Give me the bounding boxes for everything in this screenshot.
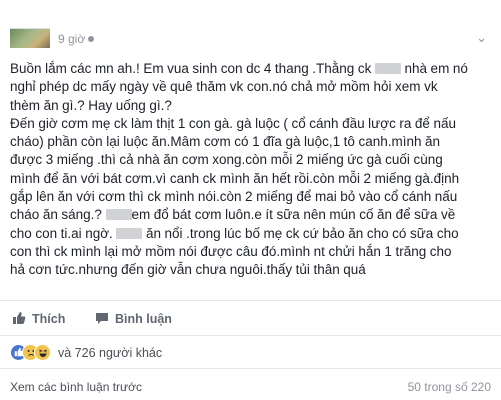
post-line-6: được 3 miếng .thì cả nhà ăn cơm xong.còn…	[10, 152, 443, 168]
comment-icon	[96, 313, 108, 324]
redacted-word	[116, 227, 143, 239]
comment-button[interactable]: Bình luận	[95, 311, 172, 326]
post-line-7: mình để ăn với bát cơm.vì canh ck mình ă…	[10, 170, 460, 186]
post-line-10: cho con ti.ai ngờ. ăn nổi .trong lúc bố …	[10, 225, 459, 241]
post-line-11: con thì ck mình lại mở mồm nói được câu …	[10, 243, 452, 259]
avatar[interactable]	[10, 28, 50, 48]
post-line-3: thèm ăn gì.? Hay uống gì.?	[10, 97, 172, 113]
redacted-word	[105, 209, 132, 221]
like-button[interactable]: Thích	[12, 311, 65, 326]
globe-icon	[88, 36, 95, 42]
comment-label[interactable]: Bình luận	[115, 312, 172, 326]
view-previous-comments-link[interactable]: Xem các bình luận trước	[10, 380, 142, 394]
post-line-4: Đến giờ cơm mẹ ck làm thịt 1 con gà. gà …	[10, 115, 457, 131]
chevron-down-icon[interactable]: ⌄	[476, 30, 487, 46]
post-header: 9 giờ ⌄	[0, 0, 501, 58]
comment-count: 50 trong số 220	[407, 380, 491, 394]
comments-footer: Xem các bình luận trước 50 trong số 220	[0, 368, 501, 400]
post-action-bar: Thích Bình luận	[0, 300, 501, 336]
thumbs-up-icon	[13, 312, 26, 324]
post-line-9: cháo ăn sáng.? em đổ bát cơm luôn.e ít s…	[10, 207, 456, 223]
post-line-12: hả cơn tức.nhưng đến giờ vẫn chưa nguôi.…	[10, 262, 366, 278]
like-label[interactable]: Thích	[32, 312, 65, 326]
post-line-5: cháo) phần còn lại luộc ăn.Mâm cơm có 1 …	[10, 134, 441, 150]
reaction-count[interactable]: và 726 người khác	[58, 346, 162, 360]
post-line-8: gắp lên ăn với cơm thì ck mình nói.còn 2…	[10, 189, 458, 205]
post-body: Buồn lắm các mn ah.! Em vua sinh con dc …	[10, 60, 494, 280]
post-time[interactable]: 9 giờ	[58, 32, 95, 46]
post-line-2: nghỉ phép dc mấy ngày về quê thăm vk con…	[10, 79, 438, 95]
redacted-name	[374, 63, 401, 74]
haha-icon	[34, 344, 51, 361]
post-line-1: Buồn lắm các mn ah.! Em vua sinh con dc …	[10, 61, 468, 76]
post-time-label[interactable]: 9 giờ	[58, 32, 85, 46]
